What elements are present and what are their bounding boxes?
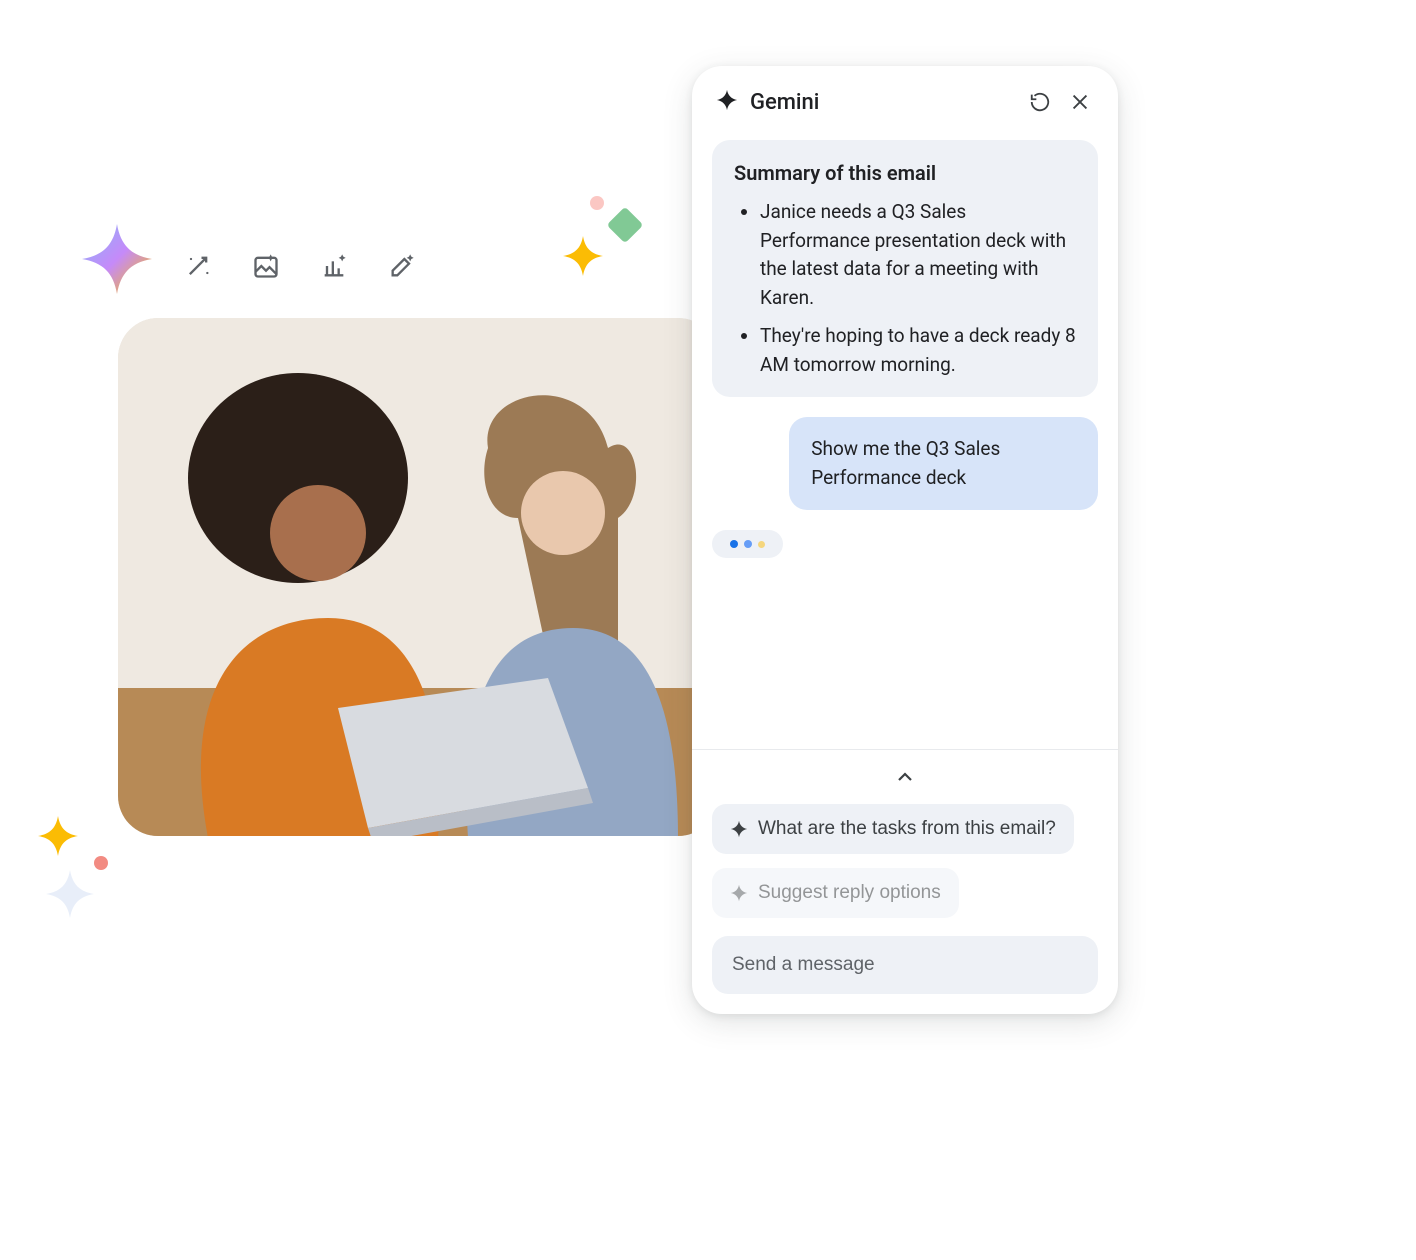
typing-indicator: [712, 530, 783, 558]
user-message-text: Show me the Q3 Sales Performance deck: [811, 437, 1000, 489]
message-input[interactable]: [732, 954, 1078, 976]
chat-thread: Summary of this email Janice needs a Q3 …: [712, 122, 1098, 749]
refresh-button[interactable]: [1026, 88, 1054, 116]
chart-sparkle-icon: [318, 250, 350, 282]
summary-heading: Summary of this email: [734, 158, 1076, 188]
gemini-panel: Gemini Summary of this email Janice need…: [692, 66, 1118, 1014]
summary-bullet: Janice needs a Q3 Sales Performance pres…: [760, 198, 1076, 312]
suggestion-chip[interactable]: Suggest reply options: [712, 868, 959, 918]
decoration-dot: [94, 856, 108, 870]
summary-bullet: They're hoping to have a deck ready 8 AM…: [760, 322, 1076, 379]
gemini-spark-icon: [716, 89, 738, 115]
expand-suggestions-button[interactable]: [889, 762, 921, 794]
close-button[interactable]: [1066, 88, 1094, 116]
assistant-summary-bubble: Summary of this email Janice needs a Q3 …: [712, 140, 1098, 397]
message-input-container[interactable]: [712, 936, 1098, 994]
brush-sparkle-icon: [386, 250, 418, 282]
suggestion-chip-label: What are the tasks from this email?: [758, 818, 1056, 840]
panel-title: Gemini: [750, 90, 1014, 115]
panel-bottom: What are the tasks from this email? Sugg…: [692, 749, 1118, 994]
image-sparkle-icon: [250, 250, 282, 282]
sparkle-icon: [38, 816, 78, 856]
hero-photo: [118, 318, 718, 836]
decoration-dot: [590, 196, 604, 210]
ai-tools-toolbar: [182, 250, 418, 282]
suggestion-chip[interactable]: What are the tasks from this email?: [712, 804, 1074, 854]
suggestion-chip-label: Suggest reply options: [758, 882, 941, 904]
magic-wand-icon: [182, 250, 214, 282]
user-message-bubble: Show me the Q3 Sales Performance deck: [789, 417, 1098, 510]
decoration-diamond: [607, 207, 644, 244]
sparkle-icon: [82, 224, 152, 294]
panel-header: Gemini: [712, 88, 1098, 122]
sparkle-icon: [46, 870, 94, 918]
sparkle-icon: [563, 236, 603, 276]
